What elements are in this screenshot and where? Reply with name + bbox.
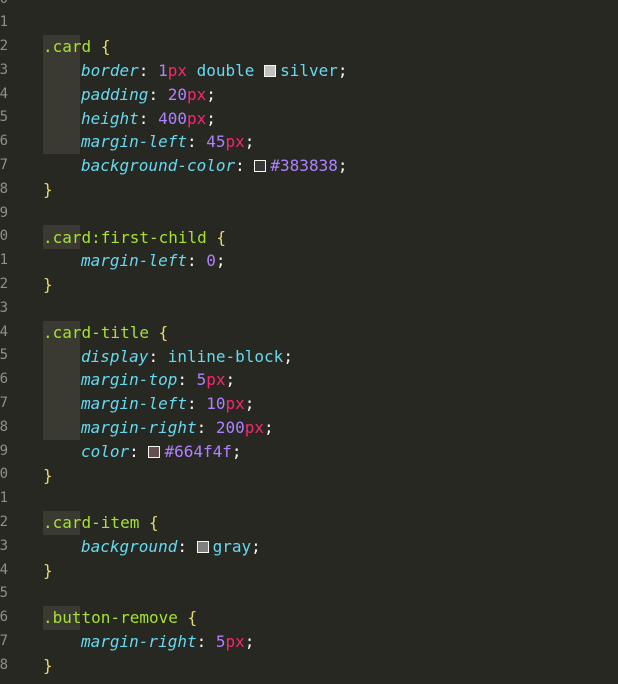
code-line: .card-item {: [43, 512, 159, 532]
code-line: margin-right: 200px;: [81, 417, 274, 437]
code-line: }: [43, 560, 53, 580]
code-line: }: [43, 274, 53, 294]
code-line: }: [43, 655, 53, 675]
code-line: background: gray;: [81, 536, 261, 556]
code-line: margin-left: 10px;: [81, 393, 255, 413]
code-line: .button-remove {: [43, 607, 198, 627]
code-line: display: inline-block;: [81, 346, 293, 366]
code-line: .card {: [43, 36, 111, 56]
code-line: .card:first-child {: [43, 227, 227, 247]
code-line: padding: 20px;: [81, 84, 216, 104]
code-line: }: [43, 465, 53, 485]
code-line: color: #664f4f;: [81, 441, 242, 461]
code-line: }: [43, 179, 53, 199]
code-line: margin-left: 0;: [81, 250, 226, 270]
code-line: border: 1px double silver;: [81, 60, 348, 80]
code-line: margin-left: 45px;: [81, 131, 255, 151]
code-line: margin-top: 5px;: [81, 369, 236, 389]
code-line: background-color: #383838;: [81, 155, 348, 175]
code-line: .card-title {: [43, 322, 169, 342]
code-editor[interactable]: 0 1 2 3 4 5 6 7 8 9 0 1 2 3 4 5 6 7 8 9 …: [0, 0, 618, 684]
code-line: margin-right: 5px;: [81, 631, 255, 651]
code-line: height: 400px;: [81, 108, 216, 128]
